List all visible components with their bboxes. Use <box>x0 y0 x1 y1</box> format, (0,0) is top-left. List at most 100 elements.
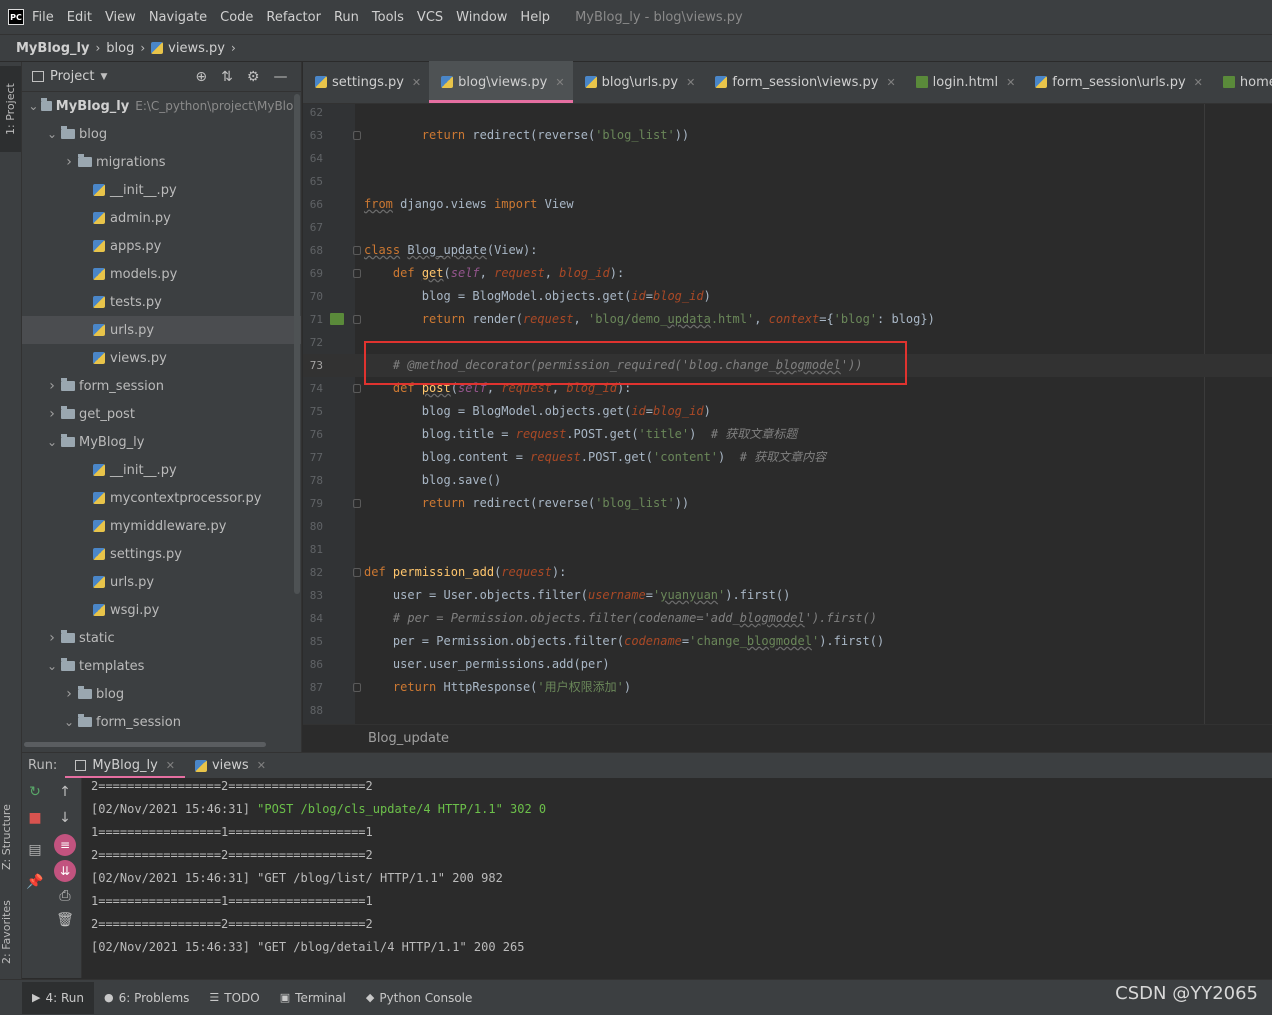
menu-help[interactable]: Help <box>520 10 550 25</box>
gear-icon[interactable]: ⚙ <box>247 69 260 85</box>
menu-code[interactable]: Code <box>220 10 253 25</box>
menu-file[interactable]: File <box>32 10 54 25</box>
chevron-right-icon[interactable]: › <box>45 406 59 422</box>
close-icon[interactable]: ✕ <box>555 76 564 89</box>
fold-marker-icon[interactable] <box>353 384 361 393</box>
tree-folder[interactable]: › migrations <box>22 148 301 176</box>
fold-marker-icon[interactable] <box>353 683 361 692</box>
tree-folder[interactable]: ⌄ templates <box>22 652 301 680</box>
tree-file[interactable]: models.py <box>22 260 301 288</box>
hide-panel-icon[interactable]: — <box>273 69 287 85</box>
close-icon[interactable]: ✕ <box>412 76 421 89</box>
code-line[interactable]: 85 per = Permission.objects.filter(coden… <box>303 630 1272 653</box>
bottom-tab[interactable]: ☰ TODO <box>199 982 269 1014</box>
run-tab-views[interactable]: views ✕ <box>185 753 276 779</box>
tree-file[interactable]: urls.py <box>22 316 301 344</box>
editor-tab[interactable]: login.html ✕ <box>904 61 1024 103</box>
tree-file[interactable]: apps.py <box>22 232 301 260</box>
close-icon[interactable]: ✕ <box>686 76 695 89</box>
chevron-down-icon[interactable]: ⌄ <box>45 659 59 673</box>
menu-tools[interactable]: Tools <box>372 10 404 25</box>
chevron-down-icon[interactable]: ⌄ <box>28 99 39 113</box>
breadcrumb-folder[interactable]: blog <box>106 41 134 56</box>
tree-folder[interactable]: › static <box>22 624 301 652</box>
code-line[interactable]: 80 <box>303 515 1272 538</box>
code-line[interactable]: 88 <box>303 699 1272 722</box>
soft-wrap-icon[interactable]: ≡ <box>54 834 76 856</box>
structure-tool-tab[interactable]: Z: Structure <box>0 792 21 882</box>
fold-marker-icon[interactable] <box>353 269 361 278</box>
fold-marker-icon[interactable] <box>353 131 361 140</box>
fold-marker-icon[interactable] <box>353 246 361 255</box>
chevron-right-icon[interactable]: › <box>45 630 59 646</box>
code-line[interactable]: 83 user = User.objects.filter(username='… <box>303 584 1272 607</box>
code-line[interactable]: 76 blog.title = request.POST.get('title'… <box>303 423 1272 446</box>
tree-folder[interactable]: › form_session <box>22 372 301 400</box>
trash-icon[interactable]: 🗑 <box>52 912 78 928</box>
menu-refactor[interactable]: Refactor <box>266 10 321 25</box>
layout-icon[interactable]: ▤ <box>22 842 48 858</box>
code-line[interactable]: 62 <box>303 104 1272 124</box>
tree-folder[interactable]: ⌄ blog <box>22 120 301 148</box>
fold-marker-icon[interactable] <box>353 568 361 577</box>
close-icon[interactable]: ✕ <box>1006 76 1015 89</box>
chevron-right-icon[interactable]: › <box>62 686 76 702</box>
code-line[interactable]: 65 <box>303 170 1272 193</box>
editor-tab[interactable]: blog\urls.py ✕ <box>573 61 704 103</box>
code-line[interactable]: 64 <box>303 147 1272 170</box>
code-line[interactable]: 69 def get(self, request, blog_id): <box>303 262 1272 285</box>
tree-file[interactable]: tests.py <box>22 288 301 316</box>
editor-tab[interactable]: home.html✕ <box>1211 61 1272 103</box>
code-line[interactable]: 74 def post(self, request, blog_id): <box>303 377 1272 400</box>
code-line[interactable]: 84 # per = Permission.objects.filter(cod… <box>303 607 1272 630</box>
editor-breadcrumb-class[interactable]: Blog_update <box>368 731 449 746</box>
menu-view[interactable]: View <box>105 10 136 25</box>
locate-file-icon[interactable]: ⊕ <box>195 69 207 85</box>
collapse-all-icon[interactable]: ⇅ <box>221 69 233 85</box>
bottom-tab[interactable]: ◆ Python Console <box>356 982 483 1014</box>
code-line[interactable]: 72 <box>303 331 1272 354</box>
code-line[interactable]: 86 user.user_permissions.add(per) <box>303 653 1272 676</box>
breadcrumb-file[interactable]: views.py <box>168 41 225 56</box>
run-tab-myblog[interactable]: MyBlog_ly ✕ <box>65 753 185 779</box>
arrow-down-icon[interactable]: ↓ <box>52 810 78 826</box>
editor-tab[interactable]: form_session\views.py ✕ <box>703 61 903 103</box>
code-line[interactable]: 68 class Blog_update(View): <box>303 239 1272 262</box>
stop-icon[interactable]: ■ <box>22 810 48 826</box>
tree-file[interactable]: wsgi.py <box>22 596 301 624</box>
rerun-icon[interactable]: ↻ <box>22 784 48 800</box>
editor-tab[interactable]: blog\views.py ✕ <box>429 61 574 103</box>
code-line[interactable]: 81 <box>303 538 1272 561</box>
code-line[interactable]: 78 blog.save() <box>303 469 1272 492</box>
favorites-tool-tab[interactable]: 2: Favorites <box>0 892 21 972</box>
tree-file[interactable]: __init__.py <box>22 456 301 484</box>
close-icon[interactable]: ✕ <box>166 759 175 772</box>
project-tool-tab[interactable]: 1: Project <box>0 66 21 152</box>
chevron-down-icon[interactable]: ▼ <box>100 72 107 82</box>
chevron-down-icon[interactable]: ⌄ <box>45 127 59 141</box>
code-line[interactable]: 77 blog.content = request.POST.get('cont… <box>303 446 1272 469</box>
chevron-down-icon[interactable]: ⌄ <box>45 435 59 449</box>
bottom-tab[interactable]: ▣ Terminal <box>270 982 356 1014</box>
menu-window[interactable]: Window <box>456 10 507 25</box>
chevron-right-icon[interactable]: › <box>62 154 76 170</box>
tree-file[interactable]: urls.py <box>22 568 301 596</box>
editor-tab[interactable]: settings.py ✕ <box>303 61 429 103</box>
close-icon[interactable]: ✕ <box>886 76 895 89</box>
chevron-down-icon[interactable]: ⌄ <box>62 715 76 729</box>
tree-file[interactable]: views.py <box>22 344 301 372</box>
code-editor[interactable]: 62 63 return redirect(reverse('blog_list'… <box>303 104 1272 724</box>
run-console-output[interactable]: 2=================2===================2 [… <box>82 778 1272 978</box>
scroll-to-end-icon[interactable]: ⇊ <box>54 860 76 882</box>
tree-file[interactable]: __init__.py <box>22 176 301 204</box>
code-line[interactable]: 73 # @method_decorator(permission_requir… <box>303 354 1272 377</box>
bottom-tab[interactable]: ● 6: Problems <box>94 982 199 1014</box>
project-view-selector[interactable]: Project <box>50 69 94 84</box>
arrow-up-icon[interactable]: ↑ <box>52 784 78 800</box>
code-line[interactable]: 70 blog = BlogModel.objects.get(id=blog_… <box>303 285 1272 308</box>
tree-folder[interactable]: › get_post <box>22 400 301 428</box>
code-line[interactable]: 75 blog = BlogModel.objects.get(id=blog_… <box>303 400 1272 423</box>
chevron-right-icon[interactable]: › <box>45 378 59 394</box>
code-line[interactable]: 82 def permission_add(request): <box>303 561 1272 584</box>
close-icon[interactable]: ✕ <box>257 759 266 772</box>
